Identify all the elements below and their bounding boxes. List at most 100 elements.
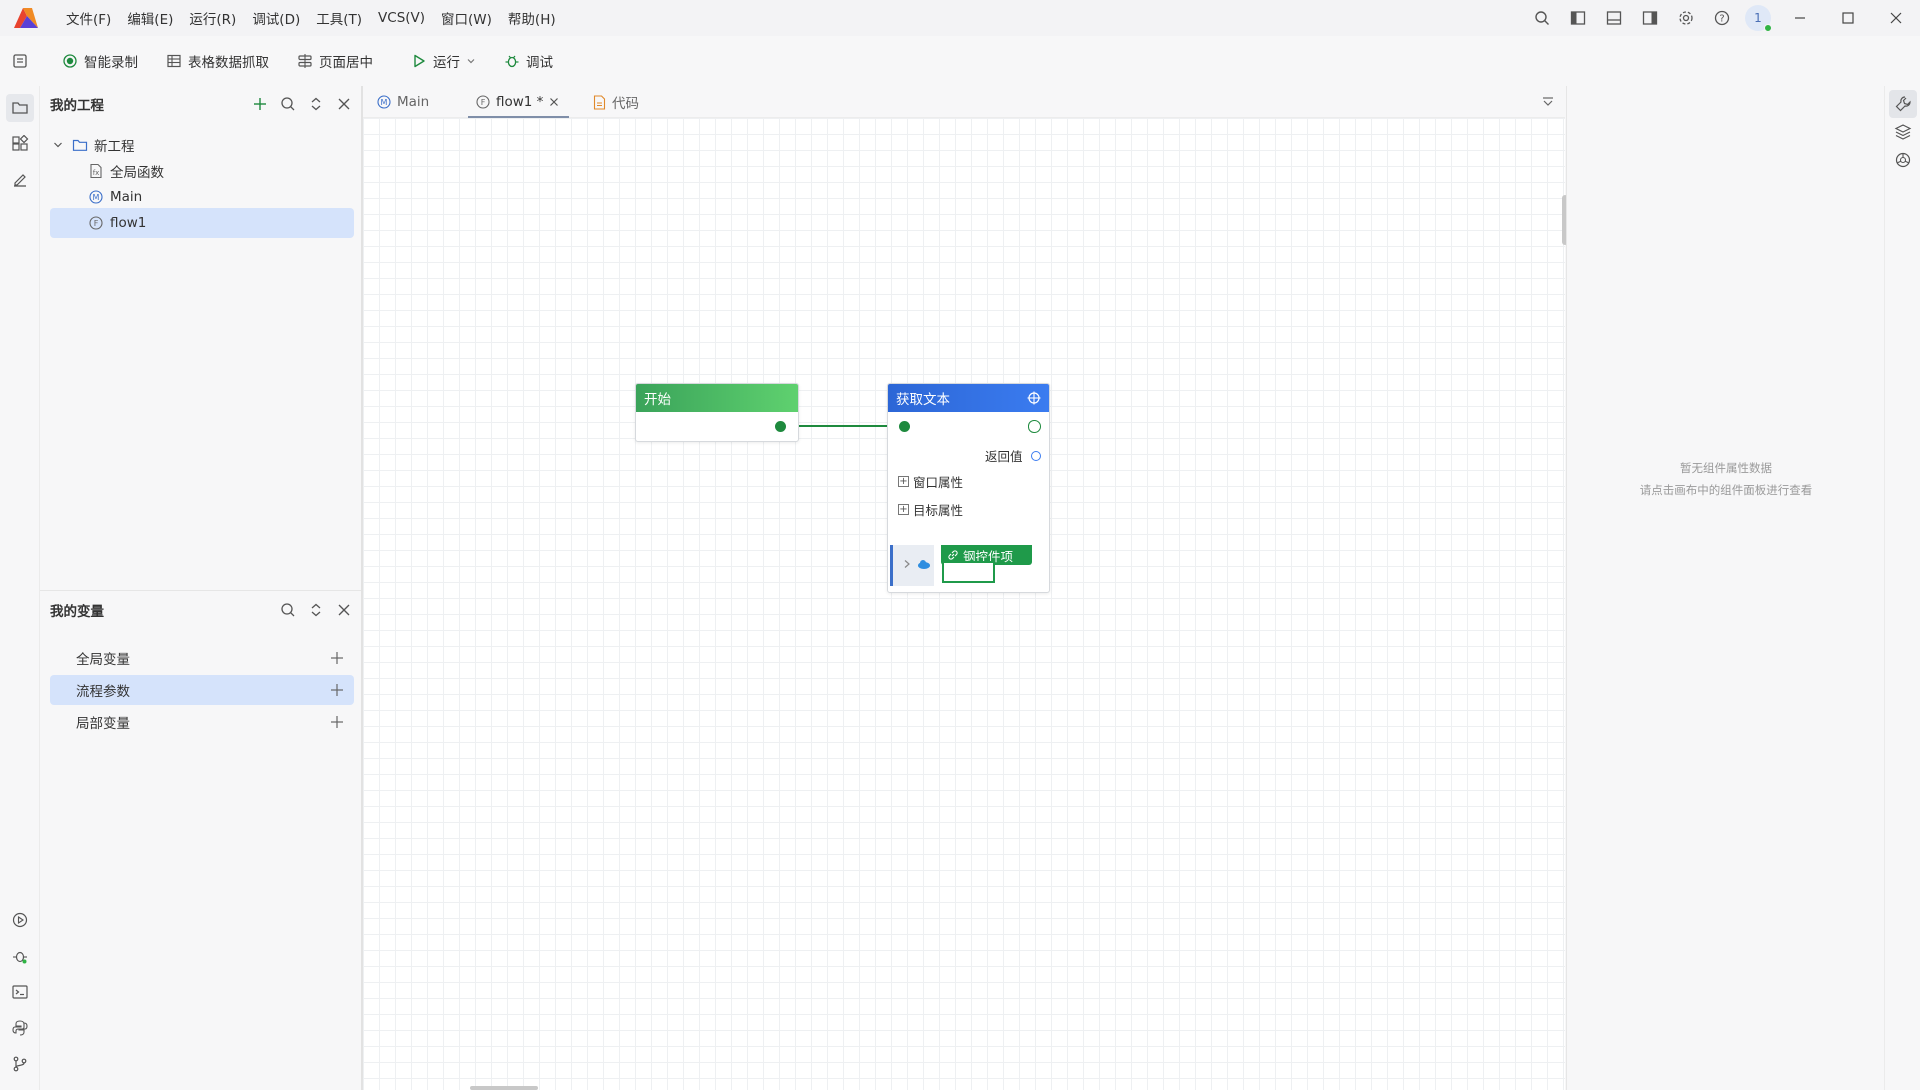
main-toolbar: 智能录制 表格数据抓取 页面居中 运行 调试 (0, 36, 1920, 86)
properties-empty-hint: 请点击画布中的组件面板进行查看 (1639, 483, 1813, 497)
svg-text:F: F (481, 98, 486, 107)
connector-line (781, 425, 906, 427)
menu-file[interactable]: 文件(F) (58, 8, 119, 28)
menu-vcs[interactable]: VCS(V) (370, 10, 433, 26)
flow-icon: F (88, 215, 104, 231)
menu-help[interactable]: 帮助(H) (500, 8, 564, 28)
expand-collapse-icon[interactable] (308, 602, 324, 618)
ai-assistant-icon[interactable] (1889, 146, 1917, 174)
get-text-output-port[interactable] (1028, 420, 1041, 433)
debug-panel-icon[interactable] (6, 942, 34, 970)
tab-code[interactable]: 代码 (593, 86, 639, 118)
toggle-left-panel-icon[interactable] (1560, 0, 1596, 36)
add-variable-icon[interactable] (330, 651, 344, 665)
git-branch-icon[interactable] (6, 1050, 34, 1078)
var-group-label: 流程参数 (76, 684, 130, 700)
menu-run[interactable]: 运行(R) (181, 8, 244, 28)
var-group-local[interactable]: 局部变量 (50, 707, 354, 737)
svg-text:M: M (381, 98, 388, 107)
add-icon[interactable] (252, 96, 268, 112)
get-text-node-header: 获取文本 (888, 384, 1049, 412)
run-button[interactable]: 运行 (387, 51, 490, 71)
variables-panel-title: 我的变量 (50, 604, 104, 620)
target-props-row[interactable]: + 目标属性 (898, 500, 963, 519)
tree-item-label: flow1 (110, 215, 147, 231)
get-text-input-port[interactable] (899, 421, 910, 432)
tab-main[interactable]: M Main (377, 86, 429, 118)
page-center-button[interactable]: 页面居中 (283, 51, 387, 71)
tree-item-flow1[interactable]: F flow1 (50, 208, 354, 238)
toggle-right-panel-icon[interactable] (1632, 0, 1668, 36)
debug-button[interactable]: 调试 (490, 51, 567, 71)
run-history-icon[interactable] (6, 906, 34, 934)
menu-window[interactable]: 窗口(W) (433, 8, 500, 28)
chevron-right-icon (903, 559, 911, 569)
smart-record-button[interactable]: 智能录制 (48, 51, 152, 71)
flow-canvas[interactable]: 开始 获取文本 返回值 + 窗口属性 + 目标属性 钢控件项 (363, 118, 1565, 1090)
close-icon[interactable] (336, 96, 352, 112)
chevron-down-icon[interactable] (466, 56, 476, 66)
project-panel-title: 我的工程 (50, 98, 104, 114)
terminal-icon[interactable] (6, 978, 34, 1006)
properties-panel: 暂无组件属性数据 请点击画布中的组件面板进行查看 (1566, 86, 1884, 1090)
window-props-row[interactable]: + 窗口属性 (898, 472, 963, 491)
python-icon[interactable] (6, 1014, 34, 1042)
avatar-initial: 1 (1754, 11, 1762, 25)
start-output-port[interactable] (775, 421, 786, 432)
menu-tools[interactable]: 工具(T) (308, 8, 370, 28)
smart-record-label: 智能录制 (84, 55, 138, 71)
tree-root-label: 新工程 (94, 139, 135, 155)
chevron-down-icon[interactable] (50, 137, 66, 153)
save-icon (12, 53, 28, 69)
expand-plus-icon[interactable]: + (898, 504, 909, 515)
tree-item-label: 全局函数 (110, 165, 164, 181)
tab-flow1[interactable]: F flow1 * (467, 86, 570, 118)
close-tab-icon[interactable] (549, 97, 559, 107)
tab-label: 代码 (612, 96, 639, 112)
page-center-icon (297, 53, 313, 69)
user-avatar[interactable]: 1 (1740, 0, 1776, 36)
layers-icon[interactable] (1889, 118, 1917, 146)
menu-debug[interactable]: 调试(D) (244, 8, 308, 28)
table-capture-button[interactable]: 表格数据抓取 (152, 51, 283, 71)
help-icon[interactable]: ? (1704, 0, 1740, 36)
tabs-overflow-icon[interactable] (1541, 95, 1555, 109)
close-icon[interactable] (336, 602, 352, 618)
settings-gear-icon[interactable] (1668, 0, 1704, 36)
var-group-flow-params[interactable]: 流程参数 (50, 675, 354, 705)
target-crosshair-icon[interactable] (1027, 391, 1041, 405)
element-picker-icon[interactable] (6, 166, 34, 194)
return-value-port[interactable] (1030, 450, 1041, 461)
main-flow-icon: M (88, 189, 104, 205)
menu-bar: 文件(F) 编辑(E) 运行(R) 调试(D) 工具(T) VCS(V) 窗口(… (58, 0, 564, 36)
var-group-global[interactable]: 全局变量 (50, 643, 354, 673)
explorer-folder-icon[interactable] (6, 94, 34, 122)
bug-icon (504, 53, 520, 69)
drop-target-box[interactable] (942, 561, 995, 583)
expand-plus-icon[interactable]: + (898, 476, 909, 487)
close-icon[interactable] (1872, 0, 1920, 36)
table-capture-label: 表格数据抓取 (188, 55, 269, 71)
search-icon[interactable] (280, 96, 296, 112)
components-grid-icon[interactable] (6, 130, 34, 158)
start-node[interactable]: 开始 (635, 383, 799, 442)
canvas-horizontal-scrollbar[interactable] (470, 1086, 538, 1090)
svg-text:?: ? (1719, 14, 1724, 25)
maximize-icon[interactable] (1824, 0, 1872, 36)
add-variable-icon[interactable] (330, 715, 344, 729)
tab-label: Main (397, 94, 430, 110)
toggle-bottom-panel-icon[interactable] (1596, 0, 1632, 36)
properties-wrench-icon[interactable] (1889, 90, 1917, 118)
app-logo-icon (12, 6, 40, 30)
get-text-node[interactable]: 获取文本 返回值 + 窗口属性 + 目标属性 钢控件项 (887, 383, 1050, 593)
run-label: 运行 (433, 55, 460, 71)
save-button[interactable] (0, 53, 48, 69)
expand-collapse-icon[interactable] (308, 96, 324, 112)
svg-text:fx: fx (93, 169, 100, 177)
search-icon[interactable] (280, 602, 296, 618)
add-variable-icon[interactable] (330, 683, 344, 697)
search-icon[interactable] (1524, 0, 1560, 36)
minimize-icon[interactable] (1776, 0, 1824, 36)
menu-edit[interactable]: 编辑(E) (119, 8, 181, 28)
return-value-label: 返回值 (985, 449, 1023, 464)
